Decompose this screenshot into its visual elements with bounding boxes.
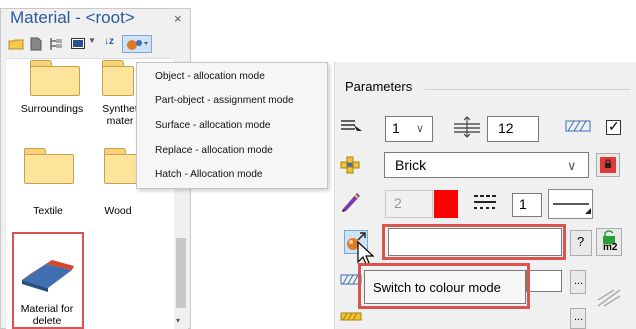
- folder-icon[interactable]: [24, 148, 74, 184]
- material-select[interactable]: Brick ∨: [384, 152, 589, 178]
- pen-icon: [340, 190, 362, 215]
- menu-item-part-object[interactable]: Part-object - assignment mode: [155, 95, 294, 106]
- material-value: Brick: [395, 157, 427, 173]
- area-label: m2: [603, 242, 618, 253]
- highlight-material-frame: [12, 232, 84, 329]
- parameters-title: Parameters: [345, 79, 413, 94]
- hatch-input[interactable]: [526, 270, 562, 292]
- more-button[interactable]: ...: [570, 270, 586, 294]
- divider: [425, 89, 630, 90]
- spacing-input[interactable]: 12: [487, 116, 539, 142]
- help-button[interactable]: ?: [570, 230, 592, 256]
- spacing-value: 12: [498, 120, 514, 136]
- chevron-down-icon[interactable]: ▼: [88, 36, 104, 52]
- pen-value: 2: [394, 195, 402, 211]
- new-item-icon[interactable]: [28, 36, 44, 52]
- sort-icon[interactable]: ↓z: [104, 36, 120, 52]
- lock-icon: [600, 157, 616, 173]
- highlight-tooltip-frame: [358, 263, 530, 309]
- folder-label: Synthet mater: [102, 103, 138, 127]
- scroll-down-icon[interactable]: ▾: [176, 316, 180, 325]
- display-icon[interactable]: [70, 36, 86, 52]
- pen-color-swatch[interactable]: [434, 190, 458, 218]
- menu-item-surface[interactable]: Surface - allocation mode: [155, 120, 271, 131]
- material-panel-title: Material - <root>: [10, 8, 135, 27]
- folder-label: Textile: [33, 205, 63, 217]
- folder-icon[interactable]: [102, 60, 134, 96]
- tree-icon[interactable]: [48, 36, 64, 52]
- scrollbar-thumb[interactable]: [176, 238, 186, 308]
- layer-icon[interactable]: [340, 118, 364, 139]
- highlight-input-frame: [382, 224, 566, 260]
- chevron-down-icon: ∨: [567, 158, 577, 173]
- chevron-down-icon: ∨: [416, 123, 425, 135]
- material-toolbar: ▼ ↓z: [8, 34, 186, 54]
- menu-item-hatch[interactable]: Hatch - Allocation mode: [155, 169, 263, 180]
- allocation-mode-menu: Object - allocation mode Part-object - a…: [136, 62, 328, 189]
- line-style-select[interactable]: [548, 189, 593, 219]
- check-icon: ✓: [608, 118, 620, 134]
- hatch-checkbox[interactable]: ✓: [606, 118, 621, 135]
- menu-item-replace[interactable]: Replace - allocation mode: [155, 145, 273, 156]
- line-style-preview: [553, 203, 591, 214]
- fill-style-icon: [340, 312, 362, 325]
- spacing-icon: [452, 116, 482, 141]
- color-mode-icon: [127, 40, 148, 50]
- line-type-input[interactable]: 1: [512, 193, 542, 217]
- pen-thickness-field[interactable]: 2: [385, 190, 433, 218]
- grid-icon: [596, 288, 622, 311]
- lock-button[interactable]: [596, 153, 620, 177]
- layer-value: 1: [392, 120, 400, 136]
- layer-select[interactable]: 1 ∨: [385, 116, 433, 142]
- help-label: ?: [577, 234, 585, 249]
- color-mode-button[interactable]: [122, 35, 152, 53]
- folder-icon[interactable]: [30, 60, 80, 96]
- folder-label: Surroundings: [20, 103, 84, 115]
- ellipsis-icon: ...: [574, 311, 584, 323]
- line-value: 1: [519, 196, 527, 212]
- hatch-icon: [565, 118, 591, 139]
- folder-label: Wood: [104, 205, 132, 217]
- menu-item-object[interactable]: Object - allocation mode: [155, 71, 265, 82]
- area-button[interactable]: m2: [596, 228, 622, 256]
- more-button[interactable]: ...: [570, 308, 586, 329]
- folder-icon[interactable]: [104, 148, 142, 184]
- material-icon: [340, 156, 362, 177]
- ellipsis-icon: ...: [574, 275, 584, 287]
- close-icon[interactable]: ×: [174, 11, 182, 26]
- line-type-icon: [472, 192, 498, 215]
- open-folder-icon[interactable]: [8, 36, 24, 52]
